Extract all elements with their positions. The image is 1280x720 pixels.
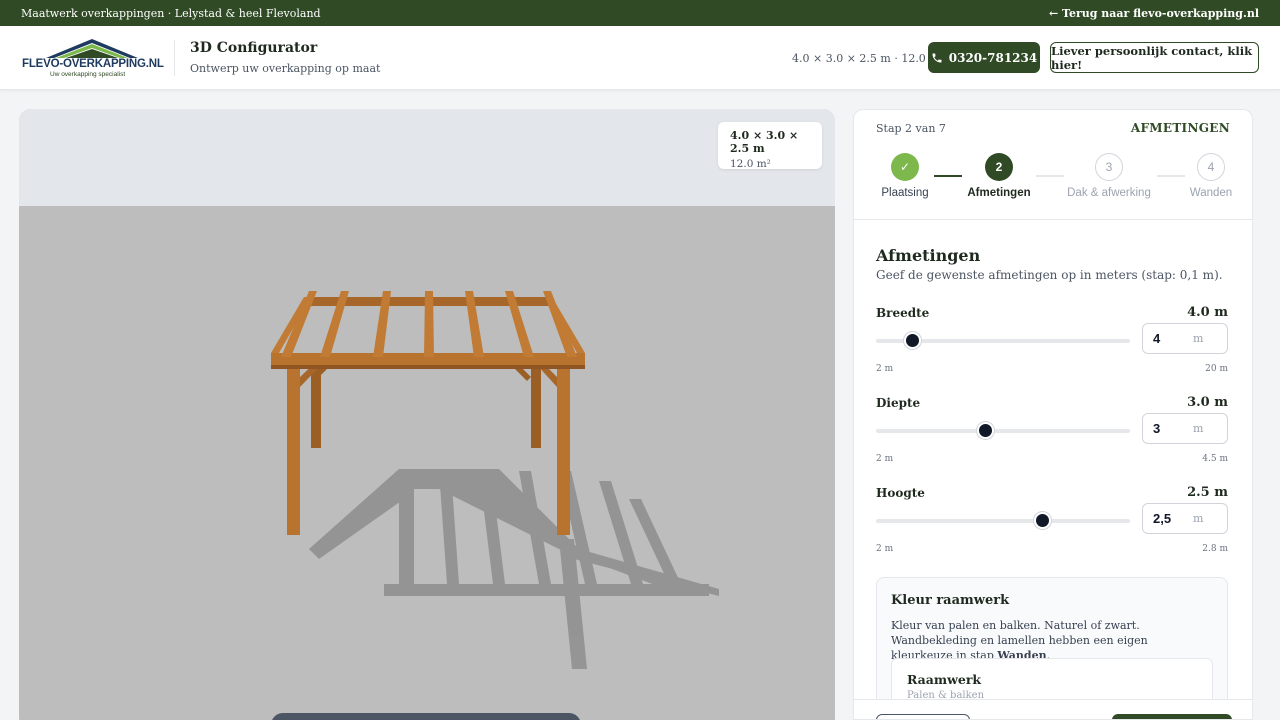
height-input-value: 2,5 xyxy=(1153,511,1172,526)
height-label: Hoogte xyxy=(876,486,925,500)
current-step-name: AFMETINGEN xyxy=(1130,121,1230,135)
depth-label: Diepte xyxy=(876,396,921,410)
config-panel: Stap 2 van 7 AFMETINGEN ✓ Plaatsing 2 Af… xyxy=(853,109,1253,720)
next-button[interactable] xyxy=(1112,714,1232,719)
section-title: Afmetingen xyxy=(876,246,981,265)
top-banner: Maatwerk overkappingen · Lelystad & heel… xyxy=(0,0,1280,26)
height-slider-track[interactable] xyxy=(876,519,1130,523)
width-label: Breedte xyxy=(876,306,930,320)
step-afmetingen[interactable]: 2 Afmetingen xyxy=(954,153,1044,199)
step-number: 4 xyxy=(1197,153,1225,181)
step-label: Dak & afwerking xyxy=(1067,187,1151,199)
header: FLEVO-OVERKAPPING.NL Uw overkapping spec… xyxy=(0,26,1280,90)
pergola-model xyxy=(271,291,719,669)
width-value: 4.0 m xyxy=(1187,305,1228,320)
logo-tagline: Uw overkapping specialist xyxy=(50,71,126,78)
depth-slider-track[interactable] xyxy=(876,429,1130,433)
contact-button[interactable]: Liever persoonlijk contact, klik hier! xyxy=(1050,42,1259,73)
dimensions-summary: 4.0 × 3.0 × 2.5 m · 12.0 m² xyxy=(792,52,945,65)
height-value: 2.5 m xyxy=(1187,485,1228,500)
dimensions-badge: 4.0 × 3.0 × 2.5 m 12.0 m² xyxy=(718,122,822,170)
page-title: 3D Configurator xyxy=(190,40,318,56)
step-label: Plaatsing xyxy=(881,187,929,199)
header-divider xyxy=(174,40,175,76)
stepper: Stap 2 van 7 AFMETINGEN ✓ Plaatsing 2 Af… xyxy=(854,110,1252,220)
width-max: 20 m xyxy=(1205,364,1228,374)
height-control: Hoogte 2.5 m 2,5 m 2 m 2.8 m xyxy=(876,485,1228,576)
depth-control: Diepte 3.0 m 3 m 2 m 4.5 m xyxy=(876,395,1228,486)
logo-brand: FLEVO-OVERKAPPING.NL xyxy=(22,58,164,70)
phone-button[interactable]: 0320-781234 xyxy=(928,42,1040,73)
phone-label: 0320-781234 xyxy=(948,50,1038,65)
width-input-value: 4 xyxy=(1153,331,1161,346)
badge-dimensions: 4.0 × 3.0 × 2.5 m xyxy=(730,129,799,155)
viewer-hint-pill xyxy=(271,713,581,720)
roof-logo-icon xyxy=(46,39,138,58)
depth-slider-thumb[interactable] xyxy=(977,422,995,439)
step-number: 2 xyxy=(985,153,1013,181)
depth-max: 4.5 m xyxy=(1202,454,1228,464)
height-input-unit: m xyxy=(1193,512,1204,525)
logo[interactable]: FLEVO-OVERKAPPING.NL Uw overkapping spec… xyxy=(22,36,164,80)
step-number: 3 xyxy=(1095,153,1123,181)
width-control: Breedte 4.0 m 4 m 2 m 20 m xyxy=(876,305,1228,396)
back-to-site-link[interactable]: ← Terug naar flevo-overkapping.nl xyxy=(1049,7,1259,20)
height-input[interactable]: 2,5 m xyxy=(1142,503,1228,534)
badge-area: 12.0 m² xyxy=(730,158,771,170)
phone-icon xyxy=(932,53,942,62)
width-input[interactable]: 4 m xyxy=(1142,323,1228,354)
banner-text: Maatwerk overkappingen · Lelystad & heel… xyxy=(21,6,321,20)
3d-viewer[interactable]: 4.0 × 3.0 × 2.5 m 12.0 m² xyxy=(19,109,835,720)
width-min: 2 m xyxy=(876,364,894,374)
panel-footer xyxy=(854,699,1252,719)
height-slider-thumb[interactable] xyxy=(1034,512,1052,529)
previous-button[interactable] xyxy=(876,714,970,719)
width-slider-thumb[interactable] xyxy=(903,332,921,349)
page-subtitle: Ontwerp uw overkapping op maat xyxy=(190,62,381,75)
step-wanden[interactable]: 4 Wanden xyxy=(1166,153,1252,199)
section-subtitle: Geef de gewenste afmetingen op in meters… xyxy=(876,268,1223,282)
frame-color-description: Kleur van palen en balken. Naturel of zw… xyxy=(891,619,1148,662)
depth-input-value: 3 xyxy=(1153,421,1161,436)
depth-input[interactable]: 3 m xyxy=(1142,413,1228,444)
step-check-icon: ✓ xyxy=(891,153,919,181)
pergola-shadow xyxy=(309,469,719,669)
height-min: 2 m xyxy=(876,544,894,554)
depth-input-unit: m xyxy=(1193,422,1204,435)
depth-value: 3.0 m xyxy=(1187,395,1228,410)
step-counter: Stap 2 van 7 xyxy=(876,122,946,135)
step-label: Afmetingen xyxy=(967,187,1031,199)
frame-option-title: Raamwerk xyxy=(907,672,982,687)
frame-color-title: Kleur raamwerk xyxy=(891,593,1010,608)
height-max: 2.8 m xyxy=(1202,544,1228,554)
step-label: Wanden xyxy=(1189,187,1233,199)
step-dak-afwerking[interactable]: 3 Dak & afwerking xyxy=(1064,153,1154,199)
depth-min: 2 m xyxy=(876,454,894,464)
width-input-unit: m xyxy=(1193,332,1204,345)
step-plaatsing[interactable]: ✓ Plaatsing xyxy=(860,153,950,199)
